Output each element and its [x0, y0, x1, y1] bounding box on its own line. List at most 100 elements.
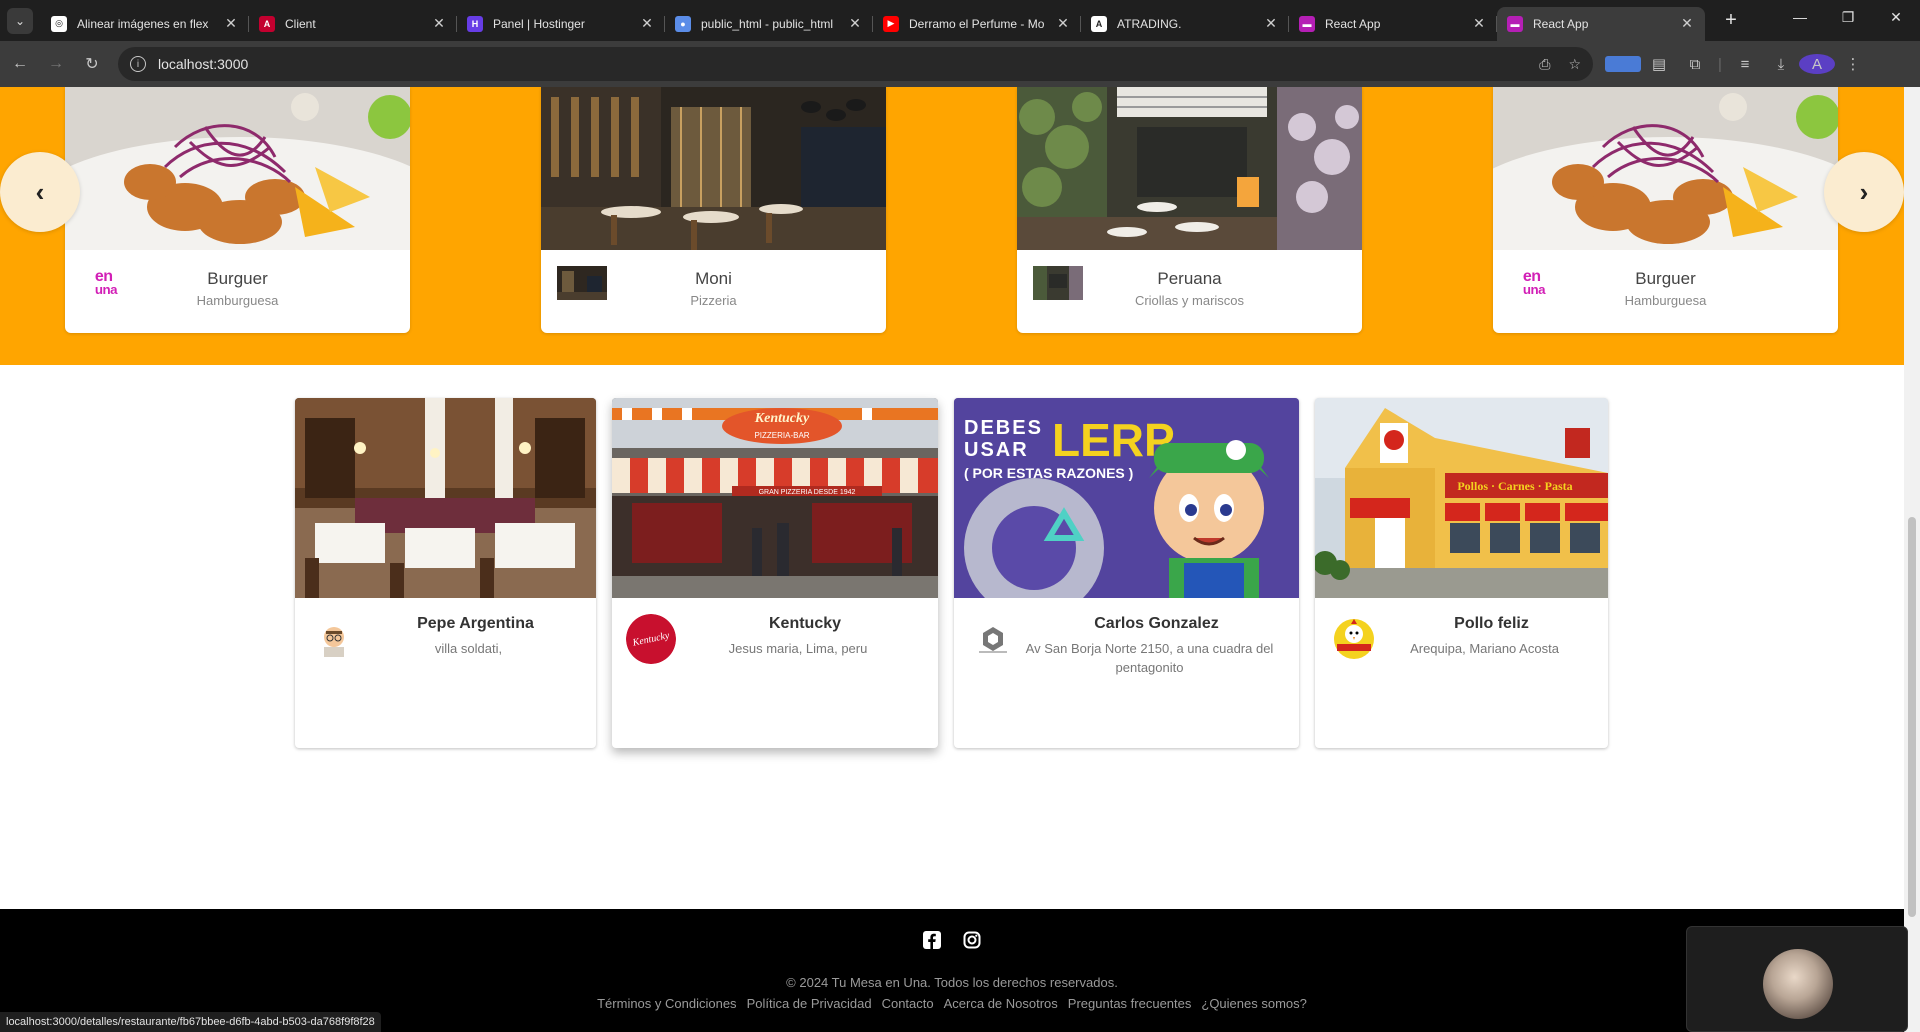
tab-title: ATRADING.: [1117, 16, 1182, 31]
slide-title: Moni: [695, 269, 732, 288]
restaurant-image-storefront: Kentucky PIZZERIA-BAR GRAN PIZZERIA DESD…: [612, 398, 938, 598]
slide-image-patio-restaurant: [1017, 87, 1362, 250]
link-status-bar: localhost:3000/detalles/restaurante/fb67…: [0, 1012, 381, 1032]
tab-search-button[interactable]: ⌄: [7, 7, 33, 34]
browser-tab[interactable]: ● public_html - public_html ✕: [665, 7, 873, 41]
tab-close-icon[interactable]: ✕: [1471, 15, 1487, 32]
downloads-icon[interactable]: ⤓: [1763, 56, 1799, 73]
svg-text:USAR: USAR: [964, 439, 1029, 461]
slide-category: Pizzeria: [690, 293, 737, 308]
restaurant-image-pollo-building: Pollos · Carnes · Pasta: [1315, 398, 1608, 598]
chevron-left-icon: ‹: [35, 176, 45, 207]
tab-favicon-icon: ▬: [1299, 15, 1315, 32]
carousel-slide[interactable]: Moni Pizzeria: [541, 87, 886, 333]
tab-favicon-icon: ▶: [883, 15, 899, 32]
tab-close-icon[interactable]: ✕: [639, 15, 655, 32]
close-window-button[interactable]: ✕: [1872, 0, 1920, 34]
browser-tab-strip: ⌄ ◎ Alinear imágenes en flex ✕ A Client ✕ H Pan…: [0, 0, 1920, 41]
footer-link-contact[interactable]: Contacto: [882, 996, 934, 1011]
tab-title: React App: [1533, 16, 1589, 31]
browser-tab[interactable]: A ATRADING. ✕: [1081, 7, 1289, 41]
restaurant-card[interactable]: Pepe Argentina villa soldati,: [295, 398, 596, 748]
restaurant-logo-pollo-feliz: [1329, 614, 1379, 664]
restaurant-name: Carlos Gonzalez: [1094, 615, 1219, 632]
tab-title: Alinear imágenes en flex: [77, 16, 209, 31]
browser-tab[interactable]: ▬ React App ✕: [1289, 7, 1497, 41]
featured-carousel: en una Burguer Hamburguesa Moni Pizzeria…: [0, 87, 1904, 365]
browser-tab[interactable]: ▬ React App ✕: [1497, 6, 1705, 41]
video-call-overlay[interactable]: [1686, 926, 1908, 1032]
restaurant-address: Arequipa, Mariano Acosta: [1410, 641, 1559, 656]
footer-link-terms[interactable]: Términos y Condiciones: [597, 996, 736, 1011]
bookmark-star-icon[interactable]: ☆: [1568, 56, 1581, 73]
browser-tab[interactable]: ◎ Alinear imágenes en flex ✕: [41, 7, 249, 41]
media-controls-icon[interactable]: ≡: [1727, 56, 1763, 73]
tab-favicon-icon: ◎: [51, 15, 67, 32]
slide-image-ceviche: [1493, 87, 1838, 250]
tab-title: public_html - public_html: [701, 16, 834, 31]
restaurant-card[interactable]: DEBES USAR LERP ( POR ESTAS RAZONES ) Ca…: [954, 398, 1299, 748]
restaurant-name: Kentucky: [768, 615, 842, 632]
window-controls: — ❐ ✕: [1776, 0, 1920, 34]
browser-tab[interactable]: H Panel | Hostinger ✕: [457, 7, 665, 41]
minimize-button[interactable]: —: [1776, 0, 1824, 34]
extensions-icon[interactable]: ⧉: [1677, 56, 1713, 73]
tab-close-icon[interactable]: ✕: [1263, 15, 1279, 32]
carousel-slide[interactable]: en una Burguer Hamburguesa: [65, 87, 410, 333]
tab-close-icon[interactable]: ✕: [847, 15, 863, 32]
page-scrollbar[interactable]: [1904, 87, 1920, 1032]
new-tab-button[interactable]: +: [1719, 9, 1743, 32]
restaurant-address: villa soldati,: [434, 641, 503, 656]
instagram-icon[interactable]: [963, 931, 981, 949]
tab-close-icon[interactable]: ✕: [1055, 15, 1071, 32]
footer-link-about[interactable]: Acerca de Nosotros: [944, 996, 1058, 1011]
slide-title: Burguer: [1635, 269, 1696, 288]
carousel-prev-button[interactable]: ‹: [0, 152, 80, 232]
profile-avatar[interactable]: A: [1799, 54, 1835, 74]
slide-title: Peruana: [1157, 269, 1222, 288]
restaurant-card[interactable]: Pollos · Carnes · Pasta Pollo feliz Areq…: [1315, 398, 1608, 748]
browser-tab[interactable]: A Client ✕: [249, 7, 457, 41]
restaurant-logo-hexagon: [968, 614, 1018, 664]
carousel-slide[interactable]: en una Burguer Hamburguesa: [1493, 87, 1838, 333]
kebab-menu-icon[interactable]: ⋮: [1835, 55, 1871, 73]
tab-favicon-icon: A: [1091, 15, 1107, 32]
site-info-icon[interactable]: i: [130, 56, 146, 72]
tab-close-icon[interactable]: ✕: [431, 15, 447, 32]
footer-link-who-we-are[interactable]: ¿Quienes somos?: [1201, 996, 1307, 1011]
restaurant-card[interactable]: Kentucky PIZZERIA-BAR GRAN PIZZERIA DESD…: [612, 398, 938, 748]
tab-title: React App: [1325, 16, 1381, 31]
browser-toolbar: ← → ↻ i localhost:3000 ⎙ ☆ ▤ ⧉ | ≡ ⤓ A ⋮: [0, 41, 1920, 87]
carousel-slide[interactable]: Peruana Criollas y mariscos: [1017, 87, 1362, 333]
tab-title: Derramo el Perfume - Mo: [909, 16, 1045, 31]
forward-button[interactable]: →: [40, 48, 72, 80]
restore-button[interactable]: ❐: [1824, 0, 1872, 34]
tab-close-icon[interactable]: ✕: [223, 15, 239, 32]
footer-link-privacy[interactable]: Política de Privacidad: [747, 996, 872, 1011]
tab-close-icon[interactable]: ✕: [1679, 15, 1695, 32]
slide-title: Burguer: [207, 269, 268, 288]
chevron-right-icon: ›: [1859, 176, 1869, 207]
slide-image-restaurant-interior: [541, 87, 886, 250]
restaurant-image-dining-room: [295, 398, 596, 598]
slide-category: Hamburguesa: [1624, 293, 1707, 308]
svg-text:GRAN PIZZERIA DESDE 1942: GRAN PIZZERIA DESDE 1942: [759, 489, 856, 496]
footer-link-faq[interactable]: Preguntas frecuentes: [1068, 996, 1192, 1011]
back-button[interactable]: ←: [4, 48, 36, 80]
reload-button[interactable]: ↻: [76, 48, 108, 80]
slide-image-ceviche: [65, 87, 410, 250]
translate-extension-icon[interactable]: [1605, 56, 1641, 72]
scrollbar-thumb[interactable]: [1908, 517, 1916, 917]
svg-text:Pollos · Carnes · Pasta: Pollos · Carnes · Pasta: [1457, 479, 1572, 493]
docs-extension-icon[interactable]: ▤: [1641, 55, 1677, 73]
restaurant-logo-kentucky: Kentucky: [626, 614, 676, 664]
carousel-next-button[interactable]: ›: [1824, 152, 1904, 232]
facebook-icon[interactable]: [923, 931, 941, 949]
address-bar[interactable]: i localhost:3000 ⎙ ☆: [118, 47, 1593, 81]
restaurant-name: Pollo feliz: [1454, 615, 1529, 632]
browser-tab[interactable]: ▶ Derramo el Perfume - Mo ✕: [873, 7, 1081, 41]
svg-text:Kentucky: Kentucky: [754, 411, 810, 426]
tab-favicon-icon: ▬: [1507, 15, 1523, 32]
install-app-icon[interactable]: ⎙: [1539, 56, 1550, 73]
slide-category: Hamburguesa: [196, 293, 279, 308]
